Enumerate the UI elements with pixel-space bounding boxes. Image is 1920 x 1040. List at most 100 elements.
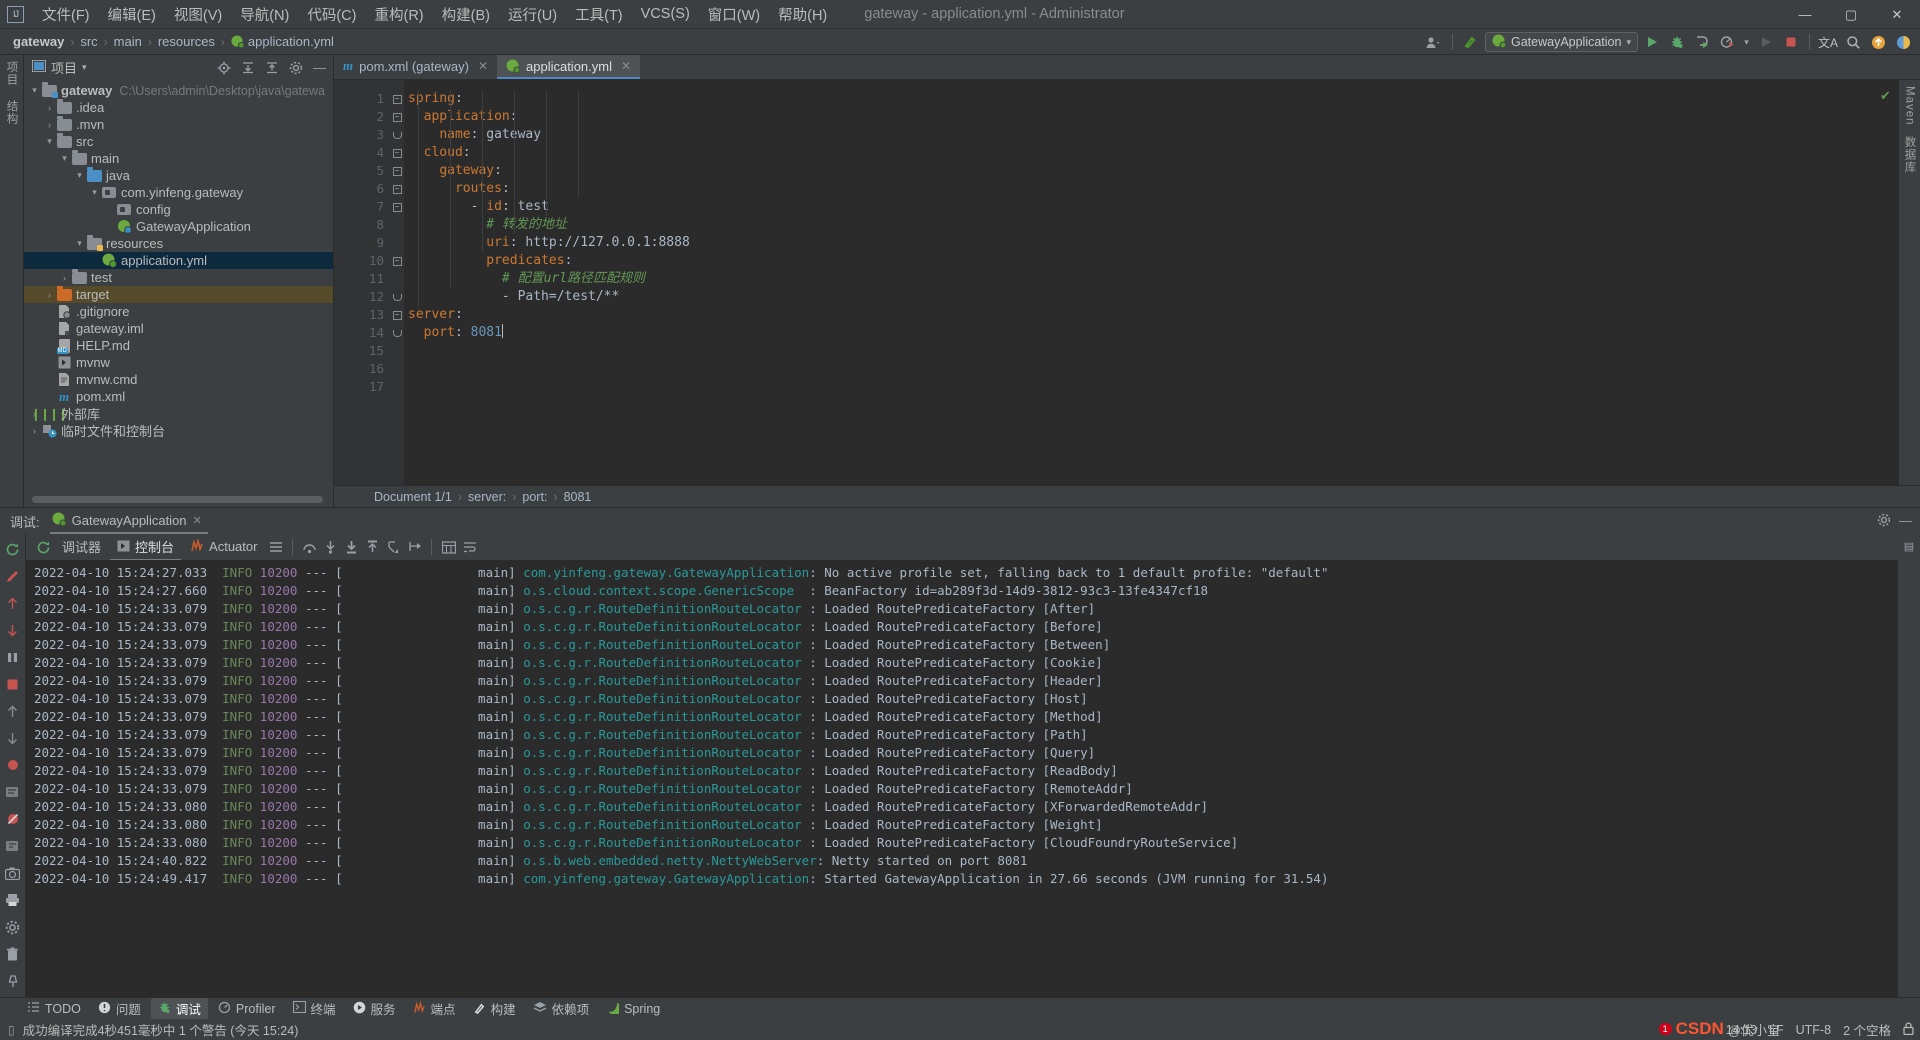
editor-breadcrumb-item-0[interactable]: Document 1/1 — [374, 490, 452, 504]
fold-marker[interactable]: − — [390, 144, 404, 162]
fold-marker[interactable]: − — [390, 252, 404, 270]
sidebar-item-database[interactable]: 数据库 — [1902, 136, 1918, 174]
settings-icon[interactable] — [1877, 513, 1891, 530]
menu-item-8[interactable]: 工具(T) — [566, 1, 632, 28]
debug-tab-2[interactable]: Actuator — [183, 536, 264, 559]
settings2-icon[interactable] — [4, 837, 22, 855]
tree-row-5[interactable]: ▾ java — [24, 166, 333, 184]
stop-button[interactable] — [1780, 31, 1802, 53]
menu-item-3[interactable]: 导航(N) — [231, 1, 298, 28]
fold-marker[interactable]: − — [390, 306, 404, 324]
run-with-coverage-button[interactable] — [1691, 31, 1713, 53]
tool-window-问题[interactable]: 问题 — [91, 998, 148, 1019]
search-icon[interactable] — [1842, 31, 1864, 53]
no-breakpoints-icon[interactable] — [4, 810, 22, 828]
locate-icon[interactable] — [214, 58, 233, 77]
run-configuration-selector[interactable]: GatewayApplication ▾ — [1484, 32, 1638, 52]
sidebar-item-project[interactable]: 项目 — [4, 61, 20, 86]
breadcrumb-item-1[interactable]: src — [75, 33, 102, 50]
menu-item-10[interactable]: 窗口(W) — [699, 1, 769, 28]
update-project-icon[interactable] — [1460, 31, 1482, 53]
tree-row-12[interactable]: › target — [24, 285, 333, 303]
breadcrumb-item-0[interactable]: gateway — [8, 33, 69, 50]
tree-row-8[interactable]: GatewayApplication — [24, 218, 333, 235]
close-icon[interactable]: ✕ — [193, 514, 202, 527]
translate-icon[interactable]: 文A — [1817, 31, 1839, 53]
tree-expand-arrow[interactable]: › — [43, 120, 56, 130]
debug-tab-0[interactable]: 调试器 — [55, 534, 108, 561]
lock-icon[interactable] — [1903, 1022, 1914, 1038]
down2-icon[interactable] — [4, 729, 22, 747]
edit-config-icon[interactable] — [4, 567, 22, 585]
menu-item-6[interactable]: 构建(B) — [433, 1, 499, 28]
pause-icon[interactable] — [4, 648, 22, 666]
close-icon[interactable]: ✕ — [621, 59, 631, 73]
tree-row-14[interactable]: gateway.iml — [24, 320, 333, 337]
collapse-all-icon[interactable] — [262, 58, 281, 77]
fold-marker[interactable] — [390, 288, 404, 306]
tree-expand-arrow[interactable]: ▾ — [28, 85, 41, 96]
upload-icon[interactable] — [1867, 31, 1889, 53]
tree-row-2[interactable]: › .mvn — [24, 115, 333, 133]
stop-icon[interactable] — [4, 675, 22, 693]
tree-row-1[interactable]: › .idea — [24, 98, 333, 116]
menu-item-2[interactable]: 视图(V) — [165, 1, 231, 28]
tree-expand-arrow[interactable]: › — [43, 290, 56, 300]
editor-breadcrumb-item-1[interactable]: server: — [468, 490, 506, 504]
soft-wrap-icon[interactable] — [460, 538, 479, 557]
expand-all-icon[interactable] — [238, 58, 257, 77]
menu-item-5[interactable]: 重构(R) — [365, 1, 432, 28]
code-editor[interactable]: spring: application: name: gateway cloud… — [404, 80, 1876, 485]
fold-marker[interactable] — [390, 324, 404, 342]
console-output[interactable]: 2022-04-10 15:24:27.033 INFO 10200 --- [… — [26, 560, 1898, 997]
tree-row-17[interactable]: mvnw.cmd — [24, 371, 333, 388]
tree-row-4[interactable]: ▾ main — [24, 149, 333, 167]
down-icon[interactable] — [4, 621, 22, 639]
tool-window-终端[interactable]: 终端 — [286, 998, 343, 1019]
tree-row-3[interactable]: ▾ src — [24, 132, 333, 150]
console-scroll-icon[interactable]: ▤ — [1904, 540, 1914, 553]
tree-expand-arrow[interactable]: ▾ — [88, 187, 101, 198]
up-icon[interactable] — [4, 594, 22, 612]
tool-window-依赖项[interactable]: 依赖项 — [526, 998, 597, 1019]
tree-row-9[interactable]: ▾ resources — [24, 234, 333, 252]
trash-icon[interactable] — [4, 945, 22, 963]
tree-expand-arrow[interactable]: › — [58, 273, 71, 283]
theme-icon[interactable] — [1892, 31, 1914, 53]
breadcrumb-item-2[interactable]: main — [109, 33, 147, 50]
breadcrumb-item-4[interactable]: application.yml — [226, 33, 339, 50]
tree-horizontal-scrollbar[interactable] — [32, 496, 323, 503]
rerun-icon[interactable] — [4, 540, 22, 558]
tree-row-19[interactable]: › ❙❙❙❙ 外部库 — [24, 405, 333, 423]
step-out-icon[interactable] — [363, 538, 382, 557]
menu-item-9[interactable]: VCS(S) — [632, 3, 699, 25]
sidebar-item-maven[interactable]: Maven — [1904, 86, 1916, 126]
user-icon[interactable] — [1423, 31, 1445, 53]
menu-item-7[interactable]: 运行(U) — [499, 1, 566, 28]
profile-dropdown-icon[interactable]: ▾ — [1741, 31, 1752, 53]
step-over-icon[interactable] — [300, 538, 319, 557]
debug-tab-1[interactable]: 控制台 — [110, 534, 182, 561]
fold-marker[interactable]: − — [390, 108, 404, 126]
force-step-into-icon[interactable] — [342, 538, 361, 557]
run-button[interactable] — [1641, 31, 1663, 53]
menu-item-0[interactable]: 文件(F) — [33, 1, 99, 28]
encoding-label[interactable]: UTF-8 — [1796, 1023, 1831, 1037]
view-breakpoints-icon[interactable] — [4, 783, 22, 801]
tree-expand-arrow[interactable]: › — [43, 103, 56, 113]
profile-button[interactable] — [1716, 31, 1738, 53]
fold-marker[interactable] — [390, 126, 404, 144]
tree-row-16[interactable]: mvnw — [24, 354, 333, 371]
tree-expand-arrow[interactable]: ▾ — [73, 170, 86, 181]
tool-window-调试[interactable]: 调试 — [150, 998, 208, 1019]
drop-frame-icon[interactable] — [384, 538, 403, 557]
tree-row-7[interactable]: config — [24, 201, 333, 218]
fold-marker[interactable]: − — [390, 162, 404, 180]
tree-expand-arrow[interactable]: › — [28, 426, 41, 436]
tool-window-构建[interactable]: 构建 — [466, 998, 523, 1019]
tree-row-18[interactable]: m pom.xml — [24, 388, 333, 405]
fold-marker[interactable]: − — [390, 198, 404, 216]
tree-expand-arrow[interactable]: ▾ — [73, 238, 86, 249]
menu-item-4[interactable]: 代码(C) — [298, 1, 365, 28]
minimize-button[interactable]: — — [1782, 0, 1828, 29]
